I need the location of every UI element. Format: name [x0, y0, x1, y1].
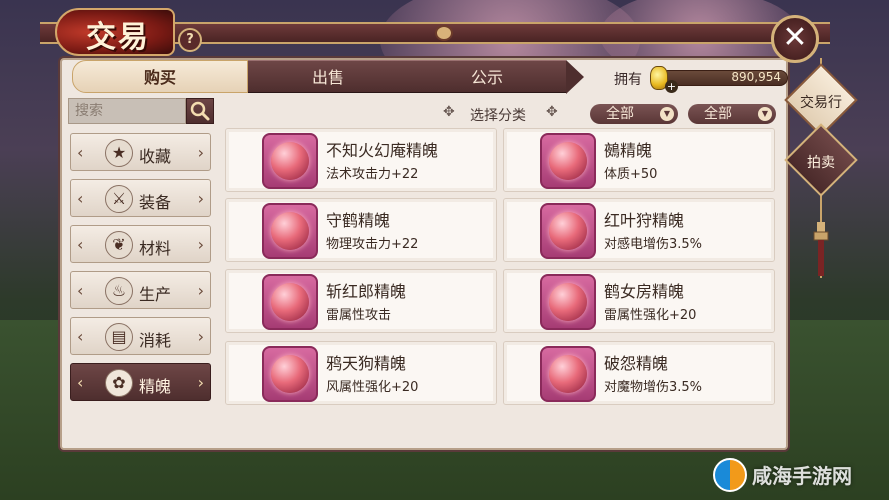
chevron-down-icon: ▼ [758, 107, 772, 121]
chevron-left-icon: ‹ [77, 143, 84, 162]
currency-value: 890,954 [731, 70, 781, 84]
chevron-right-icon: › [197, 235, 204, 254]
item-card[interactable]: 不知火幻庵精魄 法术攻击力+22 [225, 128, 497, 192]
spirit-orb-icon [262, 346, 318, 402]
item-name: 鸦天狗精魄 [326, 354, 407, 373]
item-card[interactable]: 鹤女房精魄 雷属性强化+20 [503, 269, 775, 333]
category-label: 生产 [139, 285, 172, 304]
category-favorites[interactable]: ‹ ★ 收藏 › [70, 133, 211, 171]
item-attribute: 物理攻击力+22 [326, 237, 419, 252]
filter-ornament-icon: ✥ [546, 104, 558, 120]
category-label: 收藏 [139, 147, 172, 166]
item-name: 红叶狩精魄 [604, 211, 685, 230]
category-materials[interactable]: ‹ ❦ 材料 › [70, 225, 211, 263]
chevron-left-icon: ‹ [77, 327, 84, 346]
item-card[interactable]: 鵺精魄 体质+50 [503, 128, 775, 192]
filter-dropdown-2[interactable]: 全部 ▼ [688, 104, 776, 124]
filter-ornament-icon: ✥ [443, 104, 455, 120]
herb-icon: ❦ [105, 231, 133, 259]
item-name: 守鹤精魄 [326, 211, 391, 230]
category-label: 材料 [139, 239, 172, 258]
tassel-ornament-icon [813, 222, 829, 276]
flower-icon: ✿ [105, 369, 133, 397]
currency-label: 拥有 [614, 72, 642, 88]
chevron-right-icon: › [197, 281, 204, 300]
spirit-orb-icon [540, 274, 596, 330]
spirit-orb-icon [262, 274, 318, 330]
search-icon [190, 101, 210, 121]
item-name: 不知火幻庵精魄 [326, 141, 439, 160]
sword-icon: ⚔ [105, 185, 133, 213]
filter-dropdown-1[interactable]: 全部 ▼ [590, 104, 678, 124]
item-attribute: 雷属性强化+20 [604, 308, 697, 323]
category-equipment[interactable]: ‹ ⚔ 装备 › [70, 179, 211, 217]
item-name: 鹤女房精魄 [604, 282, 685, 301]
tab-public[interactable]: 公示 [408, 60, 566, 93]
item-card[interactable]: 守鹤精魄 物理攻击力+22 [225, 198, 497, 262]
add-currency-button[interactable]: + [665, 80, 678, 93]
category-filter-label: 选择分类 [470, 108, 526, 124]
watermark-logo-icon [713, 458, 747, 492]
chevron-left-icon: ‹ [77, 189, 84, 208]
item-card[interactable]: 鸦天狗精魄 风属性强化+20 [225, 341, 497, 405]
item-attribute: 雷属性攻击 [326, 308, 392, 323]
tab-arrow-icon [566, 60, 584, 94]
item-card[interactable]: 破怨精魄 对魔物增伤3.5% [503, 341, 775, 405]
chevron-left-icon: ‹ [77, 281, 84, 300]
item-card[interactable]: 红叶狩精魄 对感电增伤3.5% [503, 198, 775, 262]
currency-bar: 890,954 [660, 70, 788, 86]
item-name: 斩红郎精魄 [326, 282, 407, 301]
help-button[interactable]: ? [178, 28, 202, 52]
spirit-orb-icon [262, 133, 318, 189]
search-input[interactable]: 搜索 [68, 98, 186, 124]
search-button[interactable] [186, 98, 214, 124]
item-attribute: 体质+50 [604, 167, 658, 182]
chevron-right-icon: › [197, 373, 204, 392]
close-button[interactable]: ✕ [771, 15, 819, 63]
filter-dropdown-2-value: 全部 [704, 106, 732, 122]
tab-buy[interactable]: 购买 [72, 60, 248, 93]
category-label: 装备 [139, 193, 172, 212]
cards-icon: ▤ [105, 323, 133, 351]
page-title: 交易 [86, 20, 150, 55]
item-attribute: 法术攻击力+22 [326, 167, 419, 182]
chevron-left-icon: ‹ [77, 235, 84, 254]
chevron-left-icon: ‹ [77, 373, 84, 392]
star-icon: ★ [105, 139, 133, 167]
category-label: 消耗 [139, 331, 172, 350]
category-production[interactable]: ‹ ♨ 生产 › [70, 271, 211, 309]
knot-ornament-icon [435, 25, 453, 41]
item-name: 鵺精魄 [604, 141, 653, 160]
chevron-right-icon: › [197, 189, 204, 208]
spirit-orb-icon [540, 133, 596, 189]
chevron-right-icon: › [197, 143, 204, 162]
item-name: 破怨精魄 [604, 354, 669, 373]
item-attribute: 风属性强化+20 [326, 380, 419, 395]
spirit-orb-icon [262, 203, 318, 259]
item-card[interactable]: 斩红郎精魄 雷属性攻击 [225, 269, 497, 333]
pot-icon: ♨ [105, 277, 133, 305]
item-attribute: 对魔物增伤3.5% [604, 380, 703, 395]
category-consumables[interactable]: ‹ ▤ 消耗 › [70, 317, 211, 355]
category-label: 精魄 [139, 377, 172, 396]
auction-label: 拍卖 [807, 155, 835, 171]
spirit-orb-icon [540, 203, 596, 259]
filter-dropdown-1-value: 全部 [606, 106, 634, 122]
category-spirits[interactable]: ‹ ✿ 精魄 › [70, 363, 211, 401]
item-attribute: 对感电增伤3.5% [604, 237, 703, 252]
tab-sell[interactable]: 出售 [248, 60, 408, 93]
watermark-text: 咸海手游网 [752, 464, 852, 488]
chevron-right-icon: › [197, 327, 204, 346]
spirit-orb-icon [540, 346, 596, 402]
chevron-down-icon: ▼ [660, 107, 674, 121]
trade-market-label: 交易行 [800, 95, 842, 111]
